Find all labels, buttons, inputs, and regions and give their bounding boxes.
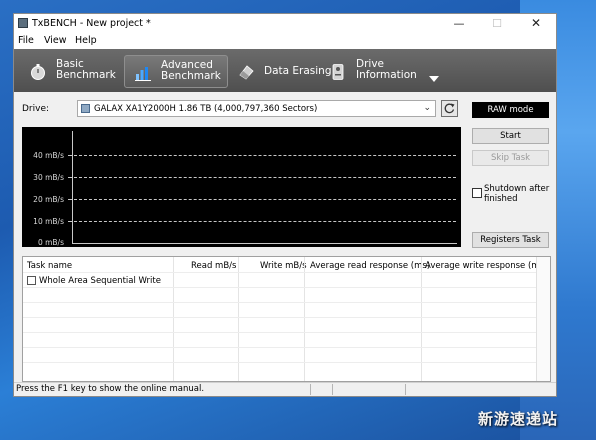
tab-data-erasing[interactable]: Data Erasing (228, 55, 332, 88)
graph-y-axis (72, 131, 73, 243)
status-bar: Press the F1 key to show the online manu… (14, 382, 556, 396)
task-table: Task name Read mB/s Write mB/s Average r… (22, 256, 551, 382)
disk-icon (81, 104, 90, 113)
gridline (74, 155, 456, 156)
y-tick (68, 199, 72, 200)
refresh-drive-button[interactable] (441, 100, 458, 117)
drive-select-value: GALAX XA1Y2000H 1.86 TB (4,000,797,360 S… (94, 104, 318, 114)
window-title: TxBENCH - New project * (32, 18, 151, 29)
gridline (74, 177, 456, 178)
row-divider (23, 287, 537, 288)
status-divider (405, 384, 406, 395)
tab-drive-information-label: Drive Information (356, 58, 417, 81)
status-divider (332, 384, 333, 395)
raw-mode-button[interactable]: RAW mode (472, 102, 549, 118)
benchmark-graph: 40 mB/s 30 mB/s 20 mB/s 10 mB/s 0 mB/s (22, 127, 461, 247)
header-divider (23, 272, 537, 273)
bar-chart-icon (135, 67, 151, 81)
tab-basic-benchmark[interactable]: Basic Benchmark (20, 55, 124, 88)
row-divider (23, 332, 537, 333)
task-name-cell: Whole Area Sequential Write (39, 276, 161, 286)
start-button[interactable]: Start (472, 128, 549, 144)
drive-select[interactable]: GALAX XA1Y2000H 1.86 TB (4,000,797,360 S… (77, 100, 436, 117)
tab-advanced-benchmark[interactable]: Advanced Benchmark (124, 55, 228, 88)
status-divider (310, 384, 311, 395)
menu-view[interactable]: View (44, 35, 67, 46)
skip-task-button[interactable]: Skip Task (472, 150, 549, 166)
y-tick-label: 10 mB/s (33, 217, 64, 226)
column-header-avg-read[interactable]: Average read response (ms) (310, 261, 430, 271)
minimize-button[interactable]: — (442, 14, 476, 33)
task-checkbox[interactable] (27, 276, 36, 285)
column-header-write[interactable]: Write mB/s (260, 261, 307, 271)
menu-bar: File View Help (14, 33, 556, 49)
shutdown-checkbox[interactable] (472, 188, 482, 198)
graph-x-axis (72, 243, 457, 244)
column-header-avg-write[interactable]: Average write response (ms) (425, 261, 547, 271)
drive-info-icon (332, 64, 344, 80)
tab-drive-information[interactable]: Drive Information (320, 55, 424, 88)
column-header-task-name[interactable]: Task name (27, 261, 72, 271)
tab-advanced-benchmark-label: Advanced Benchmark (161, 59, 221, 82)
row-divider (23, 347, 537, 348)
registers-task-button[interactable]: Registers Task (472, 232, 549, 248)
y-tick-label: 20 mB/s (33, 195, 64, 204)
maximize-button[interactable]: ☐ (480, 14, 514, 33)
triangle-down-icon[interactable] (429, 76, 439, 82)
row-divider (23, 302, 537, 303)
table-scrollbar[interactable] (536, 257, 550, 381)
y-tick (68, 155, 72, 156)
app-icon (18, 18, 28, 28)
status-text: Press the F1 key to show the online manu… (16, 384, 205, 394)
title-bar: TxBENCH - New project * — ☐ ✕ (14, 14, 556, 33)
main-toolbar: Basic Benchmark Advanced Benchmark Data … (14, 49, 556, 92)
gridline (74, 221, 456, 222)
watermark-text: 新游速递站 (478, 410, 559, 428)
menu-file[interactable]: File (18, 35, 34, 46)
y-tick (68, 221, 72, 222)
y-tick (68, 177, 72, 178)
y-tick-label: 40 mB/s (33, 151, 64, 160)
menu-help[interactable]: Help (75, 35, 97, 46)
refresh-icon (444, 103, 455, 114)
tab-basic-benchmark-label: Basic Benchmark (56, 58, 116, 81)
shutdown-label: Shutdown after finished (484, 184, 550, 204)
row-divider (23, 362, 537, 363)
drive-label: Drive: (22, 104, 50, 114)
chevron-down-icon: ⌄ (423, 103, 431, 113)
eraser-icon (239, 65, 254, 80)
gridline (74, 199, 456, 200)
stopwatch-icon (31, 64, 45, 80)
y-tick-label: 0 mB/s (37, 238, 64, 247)
column-header-read[interactable]: Read mB/s (191, 261, 236, 271)
y-tick-label: 30 mB/s (33, 173, 64, 182)
txbench-window: TxBENCH - New project * — ☐ ✕ File View … (13, 13, 557, 397)
row-divider (23, 317, 537, 318)
close-button[interactable]: ✕ (519, 14, 553, 33)
